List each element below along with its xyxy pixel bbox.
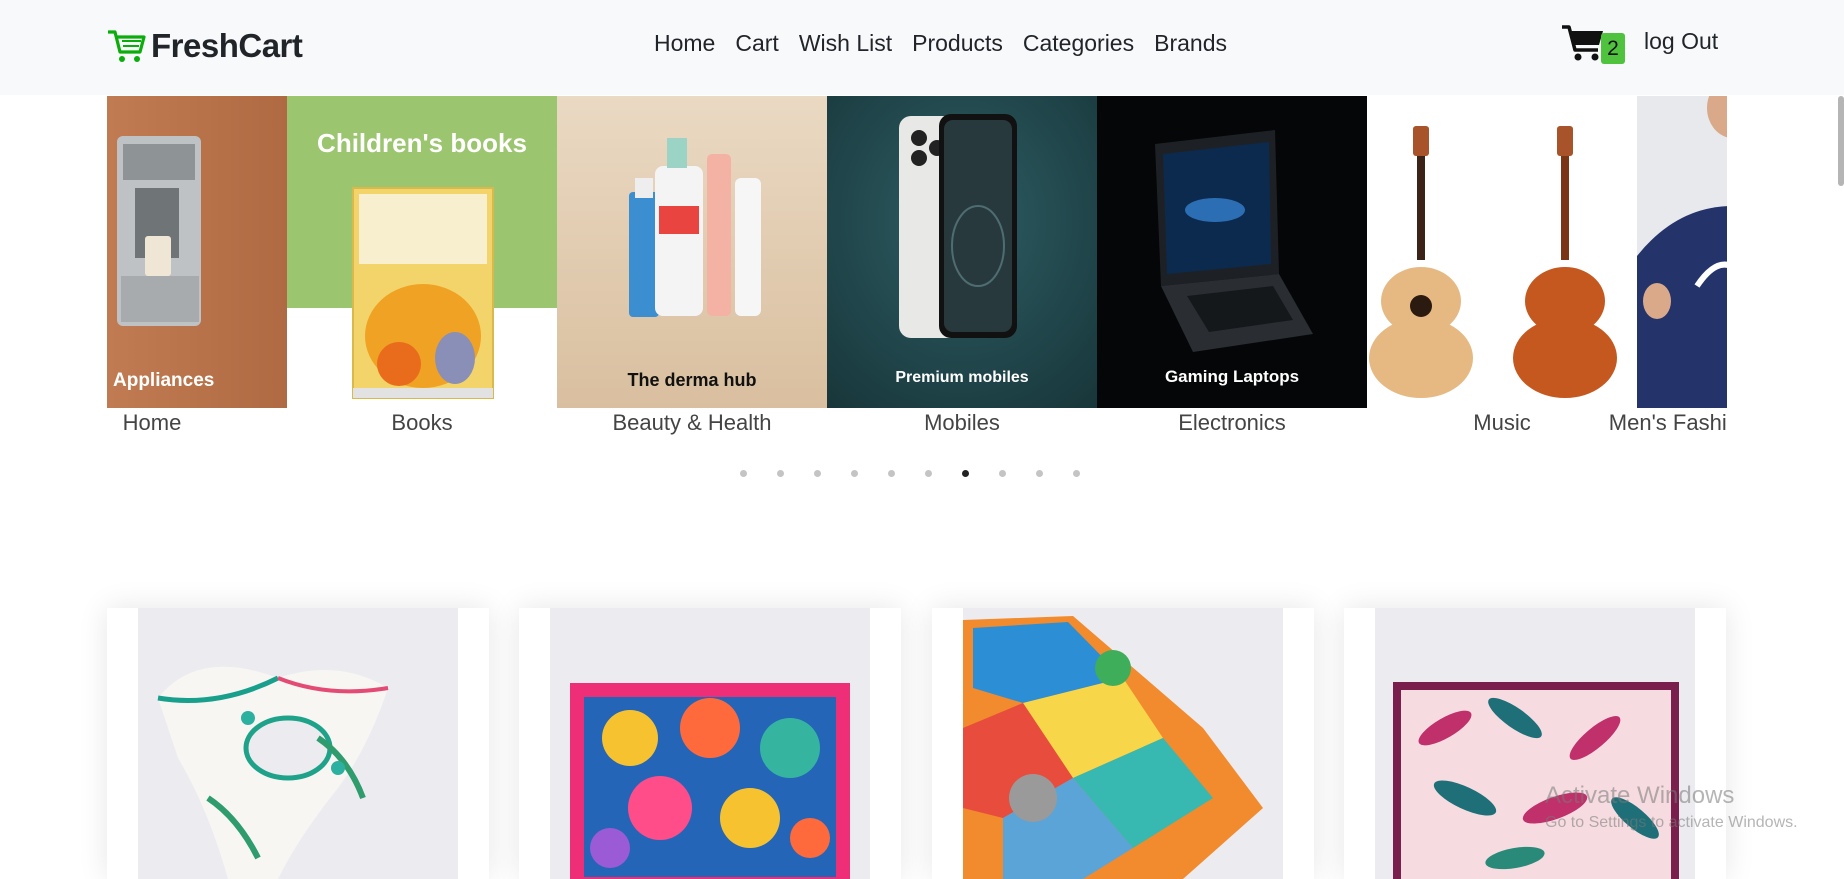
slide-label: Books bbox=[391, 410, 453, 435]
slide-label: Men's Fashion bbox=[1608, 410, 1727, 435]
slide-image-text: Children's books bbox=[317, 128, 527, 158]
category-slide-electronics[interactable]: Gaming Laptops Electronics bbox=[1097, 96, 1367, 446]
shopping-cart-icon bbox=[1562, 25, 1603, 61]
slider-dot[interactable] bbox=[1073, 470, 1080, 477]
watermark-subtitle: Go to Settings to activate Windows. bbox=[1545, 814, 1798, 831]
mens-fashion-image bbox=[1637, 96, 1727, 408]
cart-button[interactable]: 2 bbox=[1562, 24, 1626, 68]
category-slide-books[interactable]: Children's books Books bbox=[287, 96, 557, 446]
product-image bbox=[550, 608, 870, 879]
slider-dot[interactable] bbox=[814, 470, 821, 477]
nav-cart[interactable]: Cart bbox=[735, 30, 778, 57]
electronics-image: Gaming Laptops bbox=[1097, 96, 1367, 408]
nav-categories[interactable]: Categories bbox=[1023, 30, 1134, 57]
slider-dots bbox=[740, 470, 1080, 477]
product-card[interactable] bbox=[107, 608, 489, 879]
product-image bbox=[1375, 608, 1695, 879]
brand-name: FreshCart bbox=[151, 27, 303, 64]
category-slide-mobiles[interactable]: Premium mobiles Mobiles bbox=[827, 96, 1097, 446]
nav-wish-list[interactable]: Wish List bbox=[799, 30, 892, 57]
watermark-title: Activate Windows bbox=[1545, 782, 1735, 809]
cart-count-badge: 2 bbox=[1601, 33, 1625, 64]
slider-dot[interactable] bbox=[1036, 470, 1043, 477]
slide-label: Mobiles bbox=[924, 410, 1000, 435]
slide-image-text: Appliances bbox=[113, 370, 214, 391]
activate-windows-watermark: Activate Windows Go to Settings to activ… bbox=[1545, 782, 1798, 832]
books-image: Children's books bbox=[287, 96, 557, 408]
slide-image-text: The derma hub bbox=[627, 370, 756, 390]
navbar: FreshCart Home Cart Wish List Products C… bbox=[0, 0, 1844, 95]
beauty-health-image: The derma hub bbox=[557, 96, 827, 408]
category-slide-music[interactable]: Music bbox=[1367, 96, 1637, 446]
category-slide-home[interactable]: Appliances Home bbox=[107, 96, 287, 446]
category-slide-beauty-health[interactable]: The derma hub Beauty & Health bbox=[557, 96, 827, 446]
brand-logo[interactable]: FreshCart bbox=[106, 26, 303, 66]
nav-products[interactable]: Products bbox=[912, 30, 1003, 57]
page-scrollbar[interactable] bbox=[1838, 96, 1844, 186]
slide-label: Beauty & Health bbox=[612, 410, 772, 435]
slider-dot[interactable] bbox=[888, 470, 895, 477]
cart-logo-icon bbox=[108, 30, 146, 62]
category-slide-mens-fashion[interactable]: Men's Fashion bbox=[1609, 96, 1727, 446]
slide-image-text: Premium mobiles bbox=[895, 369, 1028, 386]
slider-dot[interactable] bbox=[851, 470, 858, 477]
main-nav: Home Cart Wish List Products Categories … bbox=[654, 30, 1227, 57]
category-slider[interactable]: Appliances Home Children's books Books T… bbox=[107, 96, 1727, 446]
slider-dot-active[interactable] bbox=[962, 470, 969, 477]
slider-dot[interactable] bbox=[740, 470, 747, 477]
nav-home[interactable]: Home bbox=[654, 30, 715, 57]
mobiles-image: Premium mobiles bbox=[827, 96, 1097, 408]
product-image bbox=[963, 608, 1283, 879]
slide-label: Home bbox=[122, 410, 182, 435]
music-image bbox=[1367, 96, 1637, 408]
nav-brands[interactable]: Brands bbox=[1154, 30, 1227, 57]
slider-dot[interactable] bbox=[777, 470, 784, 477]
product-image bbox=[138, 608, 458, 879]
product-card[interactable] bbox=[519, 608, 901, 879]
slider-dot[interactable] bbox=[925, 470, 932, 477]
appliances-image: Appliances bbox=[107, 96, 287, 408]
slide-label: Electronics bbox=[1178, 410, 1286, 435]
product-card[interactable] bbox=[1344, 608, 1726, 879]
slider-dot[interactable] bbox=[999, 470, 1006, 477]
logout-link[interactable]: log Out bbox=[1644, 28, 1718, 55]
product-card[interactable] bbox=[932, 608, 1314, 879]
slide-image-text: Gaming Laptops bbox=[1165, 367, 1299, 386]
